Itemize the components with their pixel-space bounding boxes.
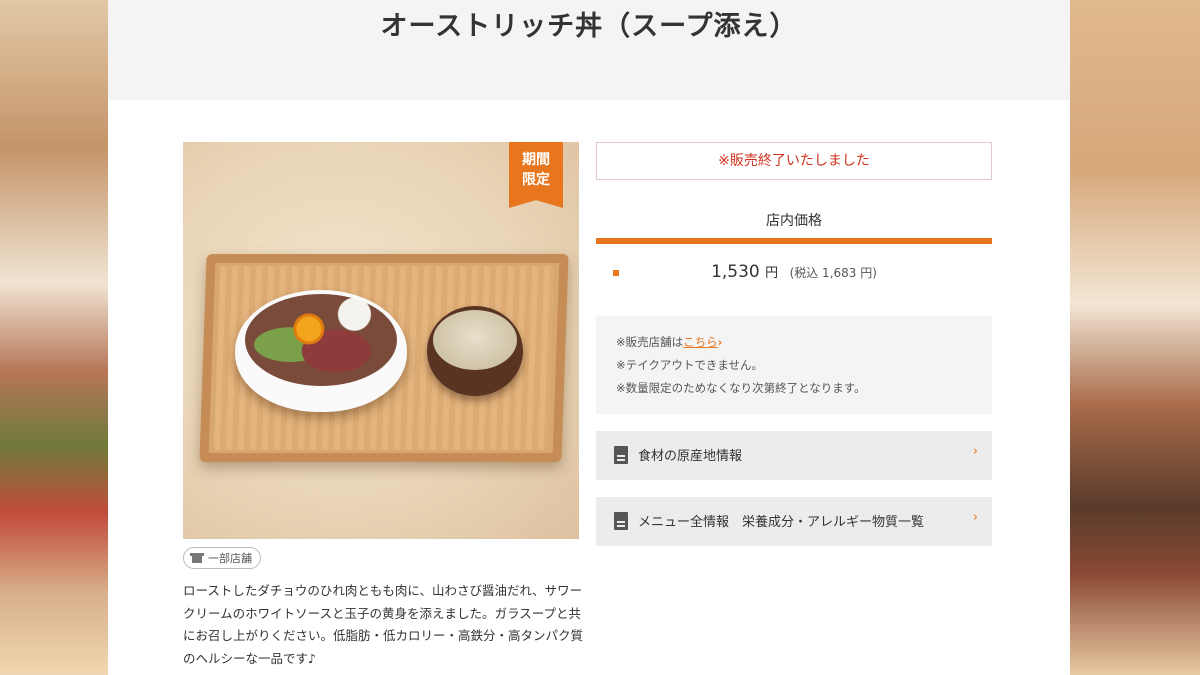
store-availability-badge: 一部店舗 (183, 547, 261, 569)
chevron-right-icon: › (972, 444, 978, 459)
price-row: 1,530 円 (税込 1,683 円) (596, 256, 992, 290)
price-unit: 円 (765, 266, 779, 281)
origin-info-link[interactable]: 食材の原産地情報 › (596, 431, 992, 480)
menu-info-label: メニュー全情報 栄養成分・アレルギー物質一覧 (638, 515, 925, 530)
price-divider (596, 238, 992, 244)
limited-note: ※数量限定のためなくなり次第終了となります。 (616, 381, 866, 395)
limited-time-ribbon: 期間 限定 (509, 142, 563, 208)
store-badge-label: 一部店舗 (208, 552, 252, 565)
background-right (1070, 0, 1200, 675)
price-value: 1,530 円 (税込 1,683 円) (596, 262, 992, 282)
ribbon-line-1: 期間 (522, 152, 550, 168)
price-heading: 店内価格 (766, 213, 822, 229)
product-description: ローストしたダチョウのひれ肉ともも肉に、山わさび醤油だれ、サワークリームのホワイ… (183, 583, 584, 666)
sold-out-notice: ※販売終了いたしました (596, 142, 992, 180)
rice-bowl-topping-image (245, 294, 397, 386)
store-list-link[interactable]: こちら (683, 335, 718, 349)
menu-info-link[interactable]: メニュー全情報 栄養成分・アレルギー物質一覧 › (596, 497, 992, 546)
document-icon (614, 446, 628, 464)
store-note: ※販売店舗はこちら› (616, 331, 992, 354)
price-tax-included: (税込 1,683 円) (789, 266, 877, 280)
chevron-right-icon: › (717, 335, 723, 349)
origin-info-label: 食材の原産地情報 (638, 449, 743, 464)
store-note-prefix: ※販売店舗は (616, 335, 684, 349)
soup-image (433, 310, 517, 370)
store-icon (190, 553, 204, 563)
takeout-note: ※テイクアウトできません。 (616, 358, 764, 372)
background-left (0, 0, 108, 675)
page-title: オーストリッチ丼（スープ添え） (380, 11, 798, 42)
chevron-right-icon: › (972, 510, 978, 525)
page-header: オーストリッチ丼（スープ添え） (108, 0, 1070, 100)
document-icon (614, 512, 628, 530)
notes-box: ※販売店舗はこちら› ※テイクアウトできません。 ※数量限定のためなくなり次第終… (596, 316, 992, 414)
product-page: オーストリッチ丼（スープ添え） 期間 限定 一部店舗 ローストしたダチョウのひれ… (108, 0, 1070, 675)
price-amount: 1,530 (711, 262, 760, 282)
ribbon-line-2: 限定 (522, 172, 550, 188)
